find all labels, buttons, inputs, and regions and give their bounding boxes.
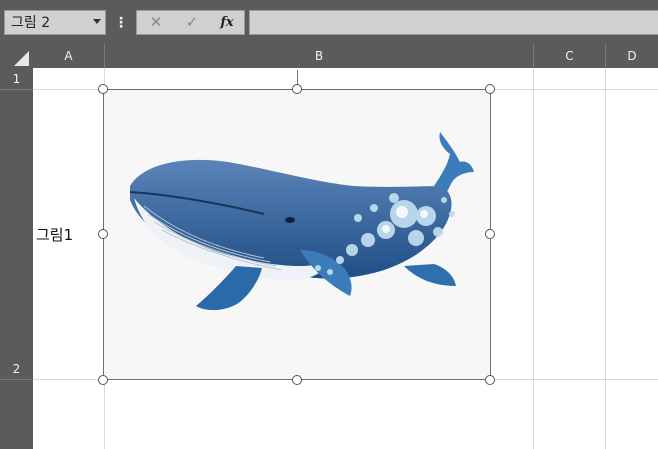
name-box[interactable]: 그림 2 xyxy=(4,10,106,35)
column-header-b[interactable]: B xyxy=(105,44,534,68)
name-box-value: 그림 2 xyxy=(11,15,51,31)
row-number: 2 xyxy=(12,362,21,376)
whale-flipper-rear xyxy=(404,264,456,286)
resize-handle-left[interactable] xyxy=(98,229,108,239)
whale-picture[interactable] xyxy=(103,89,491,380)
formula-bar-area: 그림 2 ⋮ ✕ ✓ fx xyxy=(0,0,658,44)
enter-icon[interactable]: ✓ xyxy=(175,11,209,34)
resize-handle-top[interactable] xyxy=(292,84,302,94)
whale-flipper-front xyxy=(196,266,262,311)
select-all-icon xyxy=(14,51,29,66)
formula-input[interactable] xyxy=(249,10,658,35)
cell-a2[interactable]: 그림1 xyxy=(36,225,73,245)
row-headers: 1 2 xyxy=(0,68,33,449)
cancel-icon[interactable]: ✕ xyxy=(139,11,173,34)
gridline xyxy=(533,68,534,449)
row-header-1[interactable]: 1 xyxy=(0,68,33,90)
formula-buttons: ✕ ✓ fx xyxy=(136,10,245,35)
whale-illustration xyxy=(129,132,474,311)
whale-eye xyxy=(285,217,295,223)
column-headers: A B C D xyxy=(0,44,658,68)
resize-handle-bottom-right[interactable] xyxy=(485,375,495,385)
gridline xyxy=(605,68,606,449)
column-header-c[interactable]: C xyxy=(534,44,606,68)
row-header-2[interactable]: 2 xyxy=(0,90,33,380)
row-number: 1 xyxy=(12,72,21,86)
resize-handle-right[interactable] xyxy=(485,229,495,239)
resize-handle-top-right[interactable] xyxy=(485,84,495,94)
chevron-down-icon[interactable] xyxy=(93,19,101,24)
more-options-icon[interactable]: ⋮ xyxy=(114,12,128,34)
column-header-d[interactable]: D xyxy=(606,44,658,68)
resize-handle-bottom-left[interactable] xyxy=(98,375,108,385)
insert-function-icon[interactable]: fx xyxy=(210,11,244,34)
column-header-a[interactable]: A xyxy=(33,44,105,68)
select-all-button[interactable] xyxy=(0,44,33,68)
resize-handle-top-left[interactable] xyxy=(98,84,108,94)
resize-handle-bottom[interactable] xyxy=(292,375,302,385)
